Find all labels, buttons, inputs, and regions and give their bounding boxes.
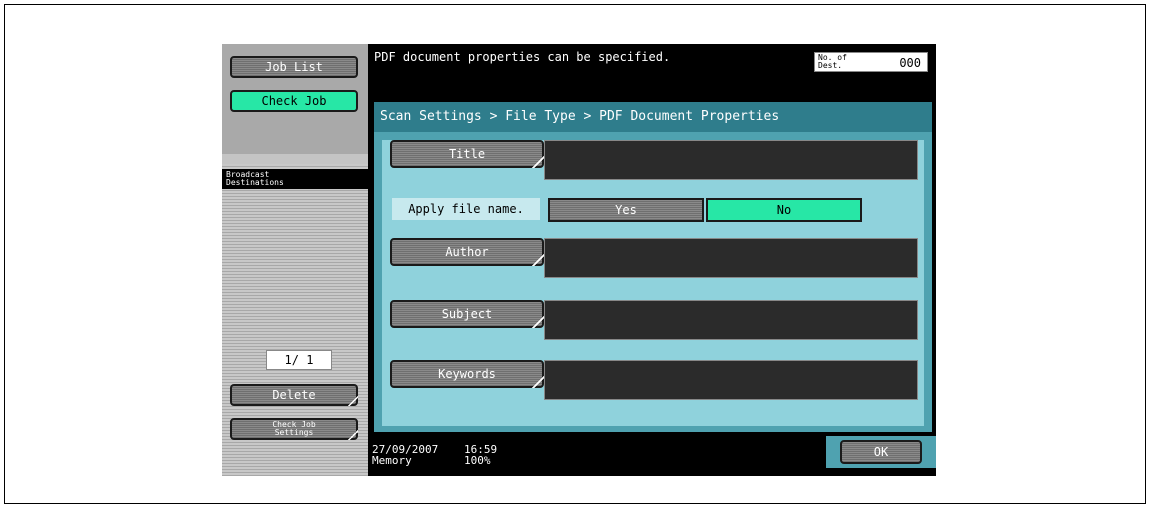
device-screen: Job List Check Job Broadcast Destination… (222, 44, 936, 476)
job-list-label: Job List (265, 60, 323, 74)
apply-no-label: No (776, 203, 792, 217)
footer-bar: 27/09/2007 Memory 16:59 100% OK (368, 436, 936, 476)
dest-label-line2: Dest. (818, 61, 843, 70)
delete-label: Delete (272, 388, 316, 402)
corner-mark (532, 254, 544, 266)
ok-area: OK (826, 436, 936, 468)
author-field[interactable] (544, 238, 918, 278)
ok-label: OK (873, 445, 889, 459)
apply-no-button[interactable]: No (706, 198, 862, 222)
broadcast-line2: Destinations (226, 178, 284, 187)
title-label: Title (448, 147, 486, 161)
sidebar-band (222, 154, 368, 164)
job-list-button[interactable]: Job List (230, 56, 358, 78)
settings-panel: Scan Settings > File Type > PDF Document… (374, 102, 932, 432)
title-button[interactable]: Title (390, 140, 544, 168)
footer-right: 16:59 100% (464, 444, 497, 466)
corner-mark (532, 156, 544, 168)
author-button[interactable]: Author (390, 238, 544, 266)
check-job-label: Check Job (261, 94, 327, 108)
apply-file-name-label: Apply file name. (392, 198, 540, 220)
keywords-field[interactable] (544, 360, 918, 400)
check-job-settings-line2: Settings (274, 428, 314, 437)
memory-value: 100% (464, 454, 491, 467)
keywords-label: Keywords (438, 367, 496, 381)
apply-yes-button[interactable]: Yes (548, 198, 704, 222)
message-bar: PDF document properties can be specified… (368, 44, 936, 84)
delete-button[interactable]: Delete (230, 384, 358, 406)
check-job-button[interactable]: Check Job (230, 90, 358, 112)
corner-mark (348, 396, 358, 406)
corner-mark (532, 316, 544, 328)
page-counter: 1/ 1 (266, 350, 332, 370)
status-message: PDF document properties can be specified… (374, 50, 671, 64)
keywords-button[interactable]: Keywords (390, 360, 544, 388)
corner-mark (348, 430, 358, 440)
breadcrumb: Scan Settings > File Type > PDF Document… (374, 102, 932, 132)
properties-area: Title Apply file name. Yes No Author Sub… (382, 140, 924, 426)
footer-left: 27/09/2007 Memory (372, 444, 438, 466)
corner-mark (532, 376, 544, 388)
memory-label: Memory (372, 454, 412, 467)
dest-count: 000 (899, 56, 921, 70)
main-content: Scan Settings > File Type > PDF Document… (368, 84, 936, 436)
subject-label: Subject (441, 307, 493, 321)
check-job-settings-button[interactable]: Check Job Settings (230, 418, 358, 440)
dest-counter: No. of Dest. 000 (814, 52, 928, 72)
broadcast-destinations-label: Broadcast Destinations (222, 169, 368, 189)
subject-field[interactable] (544, 300, 918, 340)
subject-button[interactable]: Subject (390, 300, 544, 328)
title-field[interactable] (544, 140, 918, 180)
ok-button[interactable]: OK (840, 440, 922, 464)
dest-label: No. of Dest. (818, 54, 847, 70)
author-label: Author (445, 245, 489, 259)
sidebar: Job List Check Job Broadcast Destination… (222, 44, 368, 476)
apply-yes-label: Yes (615, 203, 637, 217)
